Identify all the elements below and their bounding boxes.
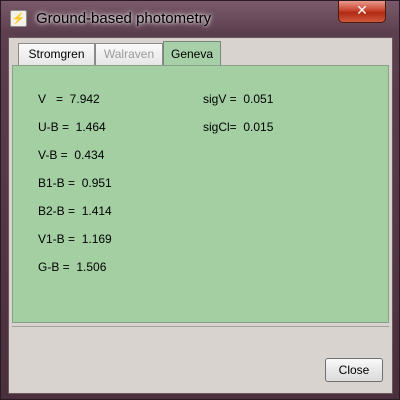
value-b2-b: B2-B = 1.414 (38, 204, 112, 218)
value-v-b: V-B = 0.434 (38, 148, 105, 162)
window-close-button[interactable]: ✕ (338, 1, 386, 23)
geneva-panel: V = 7.942 U-B = 1.464 V-B = 0.434 B1-B =… (12, 65, 389, 323)
value-sigcl: sigCl= 0.015 (203, 120, 274, 134)
tab-geneva[interactable]: Geneva (163, 41, 221, 67)
tab-walraven: Walraven (95, 43, 163, 65)
value-v: V = 7.942 (38, 92, 100, 106)
tab-stromgren[interactable]: Stromgren (18, 43, 95, 65)
value-u-b: U-B = 1.464 (38, 120, 106, 134)
value-b1-b: B1-B = 0.951 (38, 176, 112, 190)
dialog-window: ⚡ Ground-based photometry ✕ Stromgren Wa… (0, 0, 400, 400)
close-button[interactable]: Close (325, 358, 383, 382)
dialog-content: Stromgren Walraven Geneva V = 7.942 U-B … (8, 37, 393, 394)
close-icon: ✕ (356, 3, 368, 19)
window-title: Ground-based photometry (36, 10, 212, 27)
title-bar[interactable]: ⚡ Ground-based photometry ✕ (1, 1, 399, 37)
app-icon: ⚡ (10, 10, 27, 27)
value-sigv: sigV = 0.051 (203, 92, 274, 106)
value-g-b: G-B = 1.506 (38, 260, 107, 274)
value-v1-b: V1-B = 1.169 (38, 232, 112, 246)
